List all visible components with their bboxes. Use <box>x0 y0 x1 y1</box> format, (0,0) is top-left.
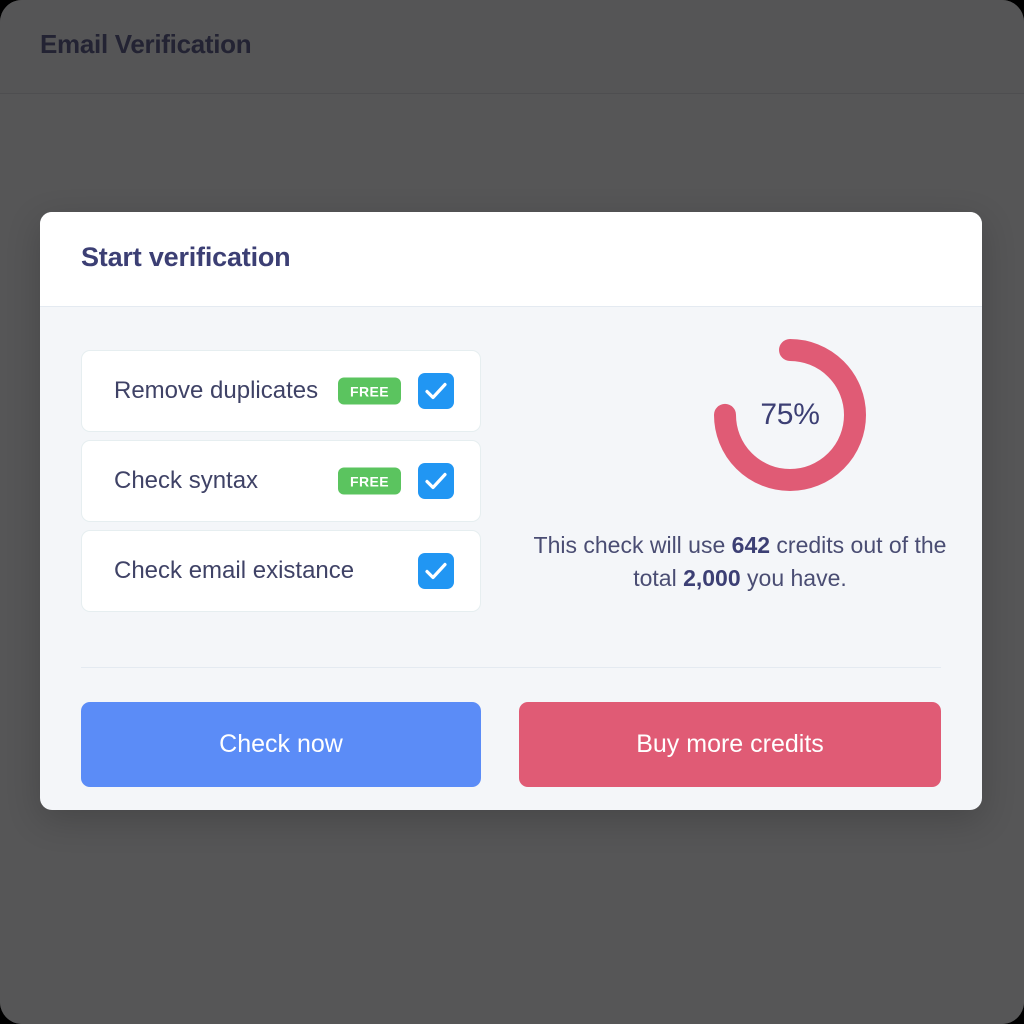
list-item-check-syntax[interactable]: Check syntax FREE <box>81 440 481 522</box>
verification-options-list: Remove duplicates FREE Check syntax FREE <box>81 350 481 620</box>
option-label: Check email existance <box>114 557 355 584</box>
credits-prefix: This check will use <box>533 532 732 558</box>
free-badge: FREE <box>338 467 401 495</box>
card-header: Start verification <box>40 212 982 307</box>
check-icon <box>425 472 447 490</box>
free-badge: FREE <box>338 377 401 405</box>
check-now-button[interactable]: Check now <box>81 702 481 787</box>
buy-more-credits-button[interactable]: Buy more credits <box>519 702 941 787</box>
content-canvas: Start verification Remove duplicates FRE… <box>0 95 1024 1024</box>
credits-suffix: you have. <box>740 564 847 591</box>
app-window: Email Verification Start verification Re… <box>0 0 1024 1024</box>
page-title: Email Verification <box>40 29 252 59</box>
progress-value-label: 75% <box>760 398 820 431</box>
credits-progress-ring: 75% <box>640 327 940 507</box>
check-icon <box>425 382 447 400</box>
list-item-remove-duplicates[interactable]: Remove duplicates FREE <box>81 350 481 432</box>
credits-summary-text: This check will use 642 credits out of t… <box>530 529 950 594</box>
checkbox-check-syntax[interactable] <box>418 463 454 499</box>
start-verification-card: Start verification Remove duplicates FRE… <box>40 212 982 810</box>
card-title: Start verification <box>81 242 291 272</box>
list-item-check-email-existance[interactable]: Check email existance <box>81 530 481 612</box>
check-icon <box>425 562 447 580</box>
credits-total: 2,000 <box>683 564 741 591</box>
option-label: Check syntax <box>114 467 259 494</box>
checkbox-remove-duplicates[interactable] <box>418 373 454 409</box>
option-label: Remove duplicates <box>114 377 319 404</box>
top-bar: Email Verification <box>0 0 1024 94</box>
footer-divider <box>81 667 941 668</box>
checkbox-check-email-existance[interactable] <box>418 553 454 589</box>
card-body: Remove duplicates FREE Check syntax FREE <box>40 307 982 810</box>
credits-used: 642 <box>731 532 771 558</box>
